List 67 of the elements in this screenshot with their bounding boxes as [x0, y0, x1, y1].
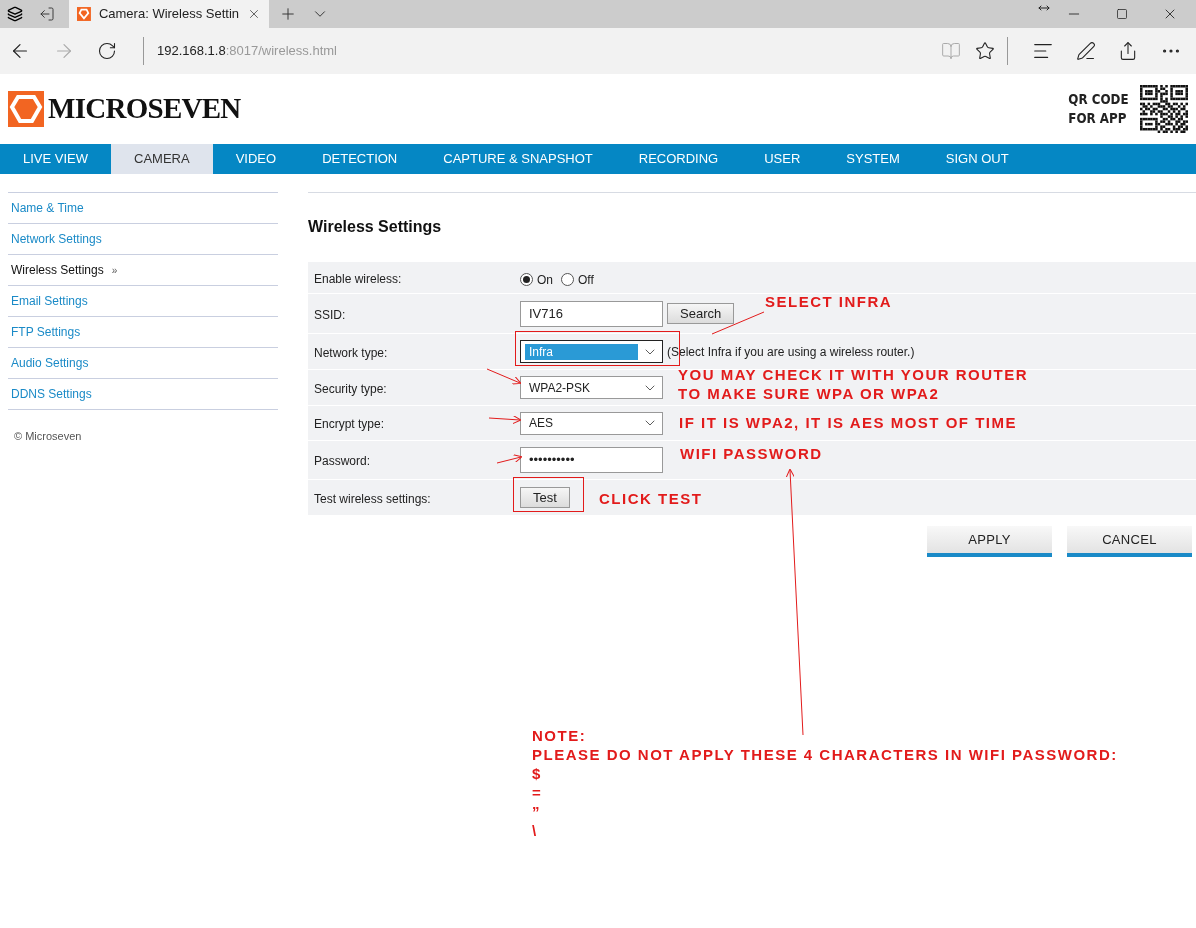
- nav-tab[interactable]: CAMERA: [111, 144, 213, 174]
- input-field[interactable]: ••••••••••: [520, 447, 663, 473]
- logo-text: MICROSEVEN: [48, 91, 241, 127]
- sidebar-link[interactable]: Network Settings: [11, 230, 102, 248]
- dropdown-value: Infra: [525, 343, 638, 360]
- sidebar-link[interactable]: Name & Time: [11, 199, 84, 217]
- current-marker: »: [111, 263, 118, 278]
- browser-tab[interactable]: Camera: Wireless Settin: [69, 0, 269, 28]
- dropdown[interactable]: WPA2-PSK: [520, 376, 663, 399]
- annotation-text: CLICK TEST: [599, 489, 703, 508]
- radio-button[interactable]: [520, 273, 533, 286]
- arrow: [486, 368, 522, 385]
- annotation-text: SELECT INFRA: [765, 292, 893, 311]
- address-field[interactable]: 192.168.1.8:8017/wireless.html: [157, 41, 337, 61]
- field-label: Security type:: [314, 381, 387, 396]
- field-label: SSID:: [314, 307, 346, 322]
- radio-label: Off: [578, 271, 594, 289]
- sidebar-link[interactable]: FTP Settings: [11, 323, 81, 341]
- nav-tab[interactable]: DETECTION: [299, 144, 421, 174]
- copyright-text: © Microseven: [14, 429, 83, 444]
- sidebar-link[interactable]: DDNS Settings: [11, 385, 92, 403]
- test-button[interactable]: Test: [520, 487, 570, 508]
- field-label: Password:: [314, 454, 371, 468]
- set-aside-tabs-icon[interactable]: [39, 6, 55, 22]
- site-icon: [77, 6, 91, 22]
- radio-button[interactable]: [561, 273, 574, 286]
- action-button[interactable]: APPLY: [927, 526, 1052, 557]
- maximize-icon[interactable]: [1116, 8, 1128, 20]
- page-title: Wireless Settings: [308, 217, 443, 237]
- field-label: Test wireless settings:: [314, 491, 431, 506]
- sidebar-link[interactable]: Wireless Settings: [11, 261, 104, 279]
- field-label: Enable wireless:: [314, 271, 402, 286]
- dropdown[interactable]: Infra: [520, 340, 663, 363]
- field-label: Encrypt type:: [314, 417, 385, 431]
- favorite-icon[interactable]: [975, 41, 995, 61]
- nav-tab[interactable]: SIGN OUT: [922, 144, 1032, 174]
- nav-tab[interactable]: LIVE VIEW: [0, 144, 112, 174]
- dropdown-value: AES: [528, 415, 554, 431]
- tabs-icon[interactable]: [7, 6, 23, 22]
- dropdown[interactable]: AES: [520, 411, 663, 435]
- annotation-text: WIFI PASSWORD: [680, 444, 823, 463]
- arrow: [496, 454, 523, 464]
- dropdown-value: WPA2-PSK: [528, 379, 592, 396]
- share-icon[interactable]: [1118, 41, 1138, 61]
- action-button[interactable]: CANCEL: [1067, 526, 1192, 557]
- nav-tab[interactable]: SYSTEM: [823, 144, 923, 174]
- pen-icon[interactable]: [1076, 41, 1096, 61]
- search-button[interactable]: Search: [667, 303, 735, 324]
- logo-icon: [8, 91, 44, 127]
- arrow: [488, 415, 522, 425]
- qr-caption: QR CODE FOR APP: [1068, 90, 1129, 128]
- qr-code-icon: [1140, 85, 1188, 133]
- sidebar-link[interactable]: Audio Settings: [11, 354, 89, 372]
- annotation-text: IF IT IS WPA2, IT IS AES MOST OF TIME: [679, 413, 1017, 432]
- field-label: Network type:: [314, 345, 388, 360]
- nav-tab[interactable]: VIDEO: [212, 144, 300, 174]
- highlight-frame: [513, 477, 584, 512]
- nav-tab[interactable]: CAPTURE & SNAPSHOT: [420, 144, 616, 174]
- tab-title: Camera: Wireless Settin: [98, 5, 240, 24]
- sidebar-link[interactable]: Email Settings: [11, 292, 88, 310]
- nav-tab[interactable]: RECORDING: [615, 144, 742, 174]
- annotation-text: NOTE: PLEASE DO NOT APPLY THESE 4 CHARACTERS IN WIFI PASSWORD: $ = ” \: [532, 726, 1118, 840]
- annotation-text: YOU MAY CHECK IT WITH YOUR ROUTER TO MAKE SURE WPA OR WPA2: [678, 365, 1029, 403]
- refresh-icon[interactable]: [97, 41, 117, 61]
- input-field[interactable]: IV716: [520, 300, 663, 327]
- radio-label: On: [537, 271, 553, 289]
- nav-tab[interactable]: USER: [741, 144, 824, 174]
